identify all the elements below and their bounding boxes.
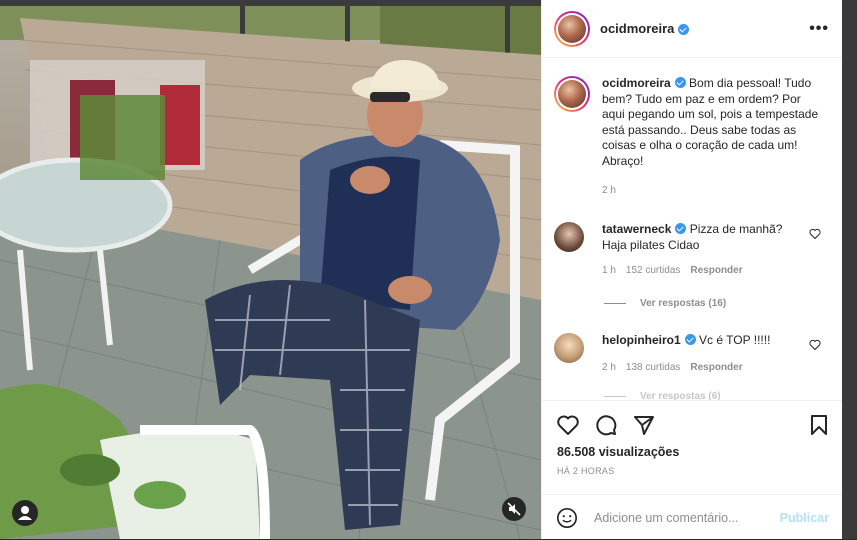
comment-meta: 2 h 138 curtidas Responder <box>602 360 817 376</box>
comment-time: 1 h <box>602 265 616 276</box>
post-header: ocidmoreira ••• <box>542 0 843 58</box>
publish-button[interactable]: Publicar <box>780 511 829 525</box>
verified-icon <box>675 223 687 234</box>
commenter-avatar[interactable] <box>554 222 584 252</box>
view-count[interactable]: 86.508 visualizações <box>557 445 679 459</box>
mute-icon[interactable] <box>502 497 526 521</box>
comment-item: helopinheiro1 Vc é TOP !!!!! 2 h 138 cur… <box>554 333 839 375</box>
comment-icon[interactable] <box>594 413 618 437</box>
caption-avatar[interactable] <box>554 76 590 112</box>
post-video[interactable] <box>0 0 541 539</box>
reply-button[interactable]: Responder <box>690 263 742 279</box>
video-frame-illustration <box>0 0 541 539</box>
comment-input[interactable]: Adicione um comentário... <box>594 511 739 525</box>
bookmark-icon[interactable] <box>807 413 831 437</box>
person-glyph <box>18 506 32 520</box>
more-icon[interactable]: ••• <box>809 20 829 38</box>
verified-icon <box>684 334 696 345</box>
author-username[interactable]: ocidmoreira <box>600 21 674 36</box>
post-age: HÁ 2 HORAS <box>557 466 615 476</box>
share-icon[interactable] <box>632 413 656 437</box>
add-comment-row: Adicione um comentário... Publicar <box>542 494 843 540</box>
comment-item: tatawerneck Pizza de manhã? Haja pilates… <box>554 222 839 279</box>
user-tag-icon[interactable] <box>12 500 38 526</box>
speaker-muted-glyph <box>507 502 521 516</box>
comment-text: Vc é TOP !!!!! <box>699 333 771 347</box>
reply-button[interactable]: Responder <box>690 360 742 376</box>
modal-backdrop[interactable] <box>842 0 857 539</box>
comment-meta: 1 h 152 curtidas Responder <box>602 263 817 279</box>
caption-time: 2 h <box>602 185 616 196</box>
post-modal: ocidmoreira ••• ocidmoreira Bom dia pess… <box>0 0 857 539</box>
emoji-icon[interactable] <box>556 507 578 529</box>
comment-text: Pizza de manhã? <box>689 222 783 236</box>
commenter-username[interactable]: tatawerneck <box>602 222 671 236</box>
author-avatar[interactable] <box>554 10 590 47</box>
heart-icon[interactable] <box>809 228 821 240</box>
post-details-panel: ocidmoreira ••• ocidmoreira Bom dia pess… <box>541 0 843 539</box>
verified-icon <box>678 24 690 35</box>
heart-icon[interactable] <box>809 339 821 351</box>
view-replies-label: Ver respostas (16) <box>640 298 727 309</box>
commenter-avatar[interactable] <box>554 333 584 363</box>
comment-text-line2: Haja pilates Cidao <box>602 237 700 252</box>
comment-time: 2 h <box>602 361 616 373</box>
heart-icon[interactable] <box>556 413 580 437</box>
view-replies-button[interactable]: Ver respostas (16) <box>604 298 726 309</box>
post-actions: 86.508 visualizações HÁ 2 HORAS Adicione… <box>542 400 843 539</box>
commenter-username[interactable]: helopinheiro1 <box>602 333 681 347</box>
comment-likes[interactable]: 152 curtidas <box>626 263 680 279</box>
verified-icon <box>674 77 686 88</box>
post-caption: ocidmoreira Bom dia pessoal! Tudo bem? T… <box>554 76 839 199</box>
caption-username[interactable]: ocidmoreira <box>602 76 671 90</box>
comment-likes[interactable]: 138 curtidas <box>626 360 680 376</box>
